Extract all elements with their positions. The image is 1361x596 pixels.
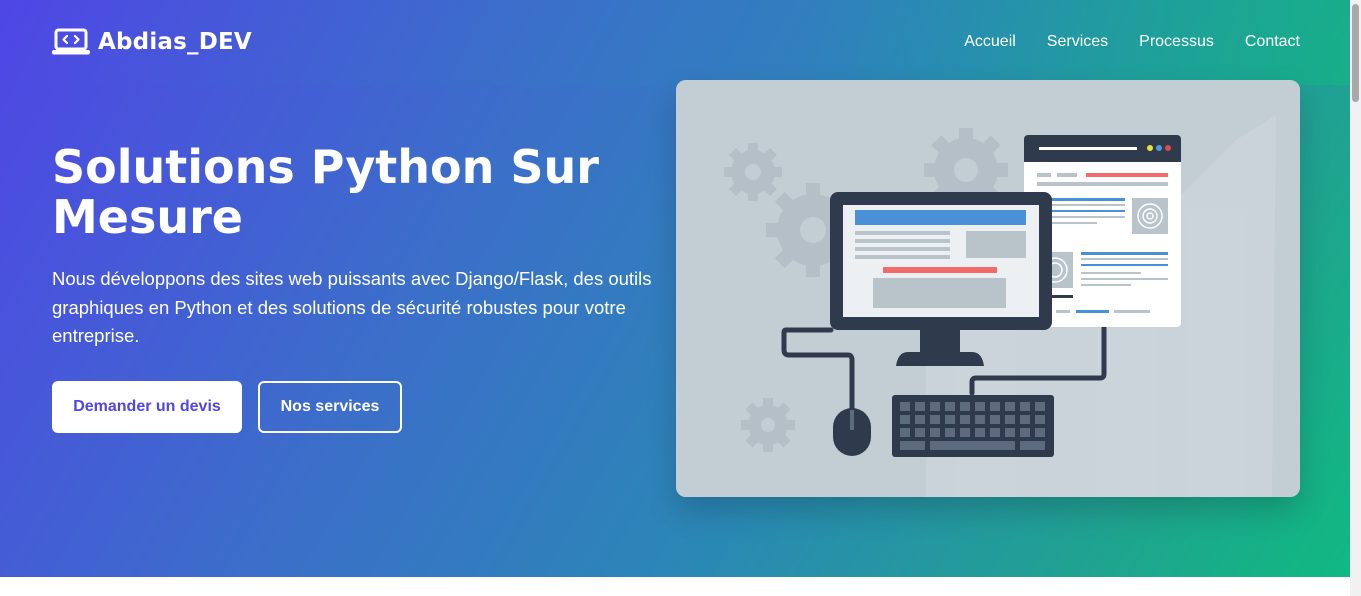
nav-link-processus[interactable]: Processus	[1139, 33, 1214, 51]
web-development-illustration	[676, 80, 1300, 497]
navbar: Abdias_DEV Accueil Services Processus Co…	[0, 0, 1350, 85]
hero-section: Abdias_DEV Accueil Services Processus Co…	[0, 0, 1350, 577]
nav-link-services[interactable]: Services	[1047, 33, 1108, 51]
brand-logo[interactable]: Abdias_DEV	[52, 28, 252, 56]
nav-link-accueil[interactable]: Accueil	[964, 33, 1016, 51]
page-scrollbar[interactable]	[1350, 0, 1361, 596]
scrollbar-thumb[interactable]	[1352, 4, 1359, 102]
request-quote-button[interactable]: Demander un devis	[52, 381, 242, 433]
hero-title: Solutions Python Sur Mesure	[52, 140, 599, 244]
our-services-button[interactable]: Nos services	[258, 381, 402, 433]
keyboard-illustration	[892, 395, 1054, 457]
mouse-illustration	[833, 408, 871, 456]
brand-name: Abdias_DEV	[98, 29, 252, 55]
laptop-code-icon	[52, 28, 90, 55]
main-nav: Accueil Services Processus Contact	[964, 33, 1300, 51]
hero-description: Nous développons des sites web puissants…	[52, 268, 652, 346]
nav-link-contact[interactable]: Contact	[1245, 33, 1300, 51]
